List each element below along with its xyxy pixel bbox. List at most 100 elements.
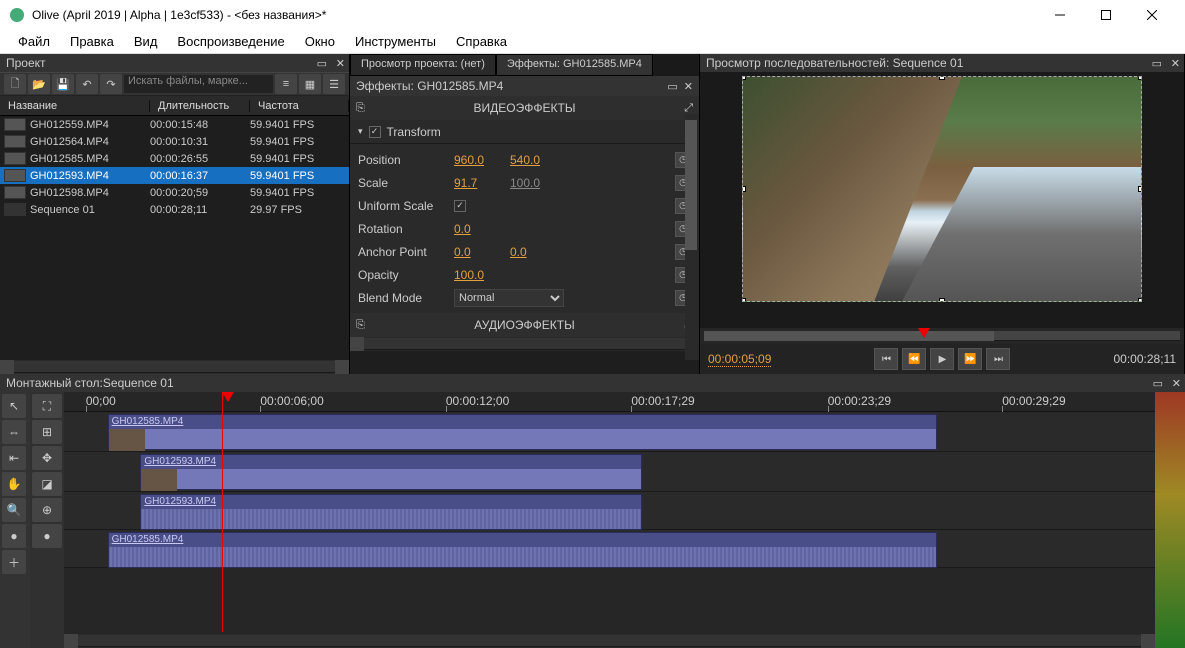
- add-tool[interactable]: ＋: [2, 550, 26, 574]
- tab-project-viewer[interactable]: Просмотр проекта: (нет): [350, 54, 496, 76]
- timeline-ruler[interactable]: 00;0000:00:06;0000:00:12;0000:00:17;2900…: [64, 392, 1155, 412]
- file-row[interactable]: GH012559.MP4 00:00:15:48 59.9401 FPS: [0, 116, 349, 133]
- timeline-hscroll[interactable]: [64, 634, 1155, 648]
- timeline-playhead[interactable]: [222, 392, 223, 632]
- position-y-value[interactable]: 540.0: [510, 153, 560, 167]
- panel-close-icon[interactable]: ✕: [684, 80, 693, 93]
- file-row[interactable]: Sequence 01 00:00:28;11 29.97 FPS: [0, 201, 349, 218]
- file-row[interactable]: GH012585.MP4 00:00:26:55 59.9401 FPS: [0, 150, 349, 167]
- menu-edit[interactable]: Правка: [60, 30, 124, 53]
- resize-handle-ml[interactable]: [742, 186, 746, 192]
- panel-maximize-icon[interactable]: ▭: [1152, 57, 1162, 70]
- snap-toggle[interactable]: ⊞: [32, 420, 62, 444]
- effect-enable-checkbox[interactable]: ✓: [369, 126, 381, 138]
- hand-tool[interactable]: ✋: [2, 472, 26, 496]
- resize-handle-tm[interactable]: [939, 76, 945, 80]
- viewer-timeline[interactable]: [700, 328, 1184, 344]
- blend-mode-select[interactable]: Normal: [454, 289, 564, 307]
- record-tool-2[interactable]: ●: [32, 524, 62, 548]
- column-framerate[interactable]: Частота: [250, 100, 349, 112]
- open-button[interactable]: 📂: [28, 74, 50, 94]
- edit-tool[interactable]: ⇔: [2, 420, 26, 444]
- panel-maximize-icon[interactable]: ▭: [1153, 377, 1163, 390]
- scroll-right-icon[interactable]: [335, 360, 349, 374]
- maximize-button[interactable]: [1083, 0, 1129, 30]
- menu-view[interactable]: Вид: [124, 30, 168, 53]
- scroll-track[interactable]: [78, 635, 1141, 647]
- resize-handle-bm[interactable]: [939, 298, 945, 302]
- transform-effect-row[interactable]: ▾ ✓ Transform: [350, 120, 699, 144]
- save-button[interactable]: 💾: [52, 74, 74, 94]
- ripple-tool[interactable]: ⇤: [2, 446, 26, 470]
- audio-track-2[interactable]: GH012585.MP4: [64, 530, 1155, 568]
- reset-effect-icon[interactable]: ⤢: [684, 102, 693, 115]
- viewer-canvas[interactable]: [700, 72, 1184, 328]
- scroll-left-icon[interactable]: [64, 634, 78, 648]
- menu-tools[interactable]: Инструменты: [345, 30, 446, 53]
- file-row[interactable]: GH012598.MP4 00:00:20;59 59.9401 FPS: [0, 184, 349, 201]
- timeline-tracks[interactable]: GH012585.MP4 GH012593.MP4 GH012593.MP4 G…: [64, 412, 1155, 568]
- ruler-playhead-icon[interactable]: [222, 392, 234, 402]
- video-frame[interactable]: [742, 76, 1142, 302]
- menu-playback[interactable]: Воспроизведение: [167, 30, 294, 53]
- panel-close-icon[interactable]: ✕: [336, 57, 345, 70]
- current-timecode[interactable]: 00:00:05;09: [708, 352, 771, 367]
- project-file-list[interactable]: GH012559.MP4 00:00:15:48 59.9401 FPS GH0…: [0, 116, 349, 360]
- add-effect-icon[interactable]: ⎘: [356, 102, 365, 115]
- resize-handle-mr[interactable]: [1138, 186, 1142, 192]
- file-row[interactable]: GH012593.MP4 00:00:16:37 59.9401 FPS: [0, 167, 349, 184]
- resize-handle-tl[interactable]: [742, 76, 746, 80]
- timeline-clip[interactable]: GH012585.MP4: [108, 532, 937, 568]
- forward-button[interactable]: ⏩: [958, 348, 982, 370]
- menu-file[interactable]: Файл: [8, 30, 60, 53]
- panel-maximize-icon[interactable]: ▭: [317, 57, 327, 70]
- playhead-marker-icon[interactable]: [918, 328, 930, 338]
- file-row[interactable]: GH012564.MP4 00:00:10:31 59.9401 FPS: [0, 133, 349, 150]
- anchor-y-value[interactable]: 0.0: [510, 245, 560, 259]
- video-track-2[interactable]: GH012593.MP4: [64, 452, 1155, 492]
- project-hscroll[interactable]: [0, 360, 349, 374]
- view-list-button[interactable]: ☰: [323, 74, 345, 94]
- timeline-clip[interactable]: GH012593.MP4: [140, 454, 642, 490]
- scroll-right-icon[interactable]: [1141, 634, 1155, 648]
- view-grid-button[interactable]: ▦: [299, 74, 321, 94]
- effects-vscroll[interactable]: [685, 114, 699, 360]
- zoom-tool[interactable]: 🔍: [2, 498, 26, 522]
- play-button[interactable]: ▶: [930, 348, 954, 370]
- move-tool[interactable]: ✥: [32, 446, 62, 470]
- tab-effects[interactable]: Эффекты: GH012585.MP4: [496, 54, 653, 76]
- timeline-clip[interactable]: GH012593.MP4: [140, 494, 642, 530]
- scroll-track[interactable]: [14, 361, 335, 373]
- anchor-x-value[interactable]: 0.0: [454, 245, 504, 259]
- rewind-button[interactable]: ⏪: [902, 348, 926, 370]
- audio-track-1[interactable]: GH012593.MP4: [64, 492, 1155, 530]
- resize-handle-bl[interactable]: [742, 298, 746, 302]
- go-start-button[interactable]: ⏮: [874, 348, 898, 370]
- search-input[interactable]: Искать файлы, марке...: [124, 75, 273, 93]
- scroll-left-icon[interactable]: [0, 360, 14, 374]
- column-name[interactable]: Название: [0, 100, 150, 112]
- panel-close-icon[interactable]: ✕: [1172, 377, 1181, 390]
- opacity-value[interactable]: 100.0: [454, 268, 504, 282]
- effects-hscroll[interactable]: [350, 337, 699, 351]
- slip-tool[interactable]: ◪: [32, 472, 62, 496]
- timeline-clip[interactable]: GH012585.MP4: [108, 414, 937, 450]
- scroll-left-icon[interactable]: [350, 337, 364, 351]
- position-x-value[interactable]: 960.0: [454, 153, 504, 167]
- video-track-1[interactable]: GH012585.MP4: [64, 412, 1155, 452]
- resize-handle-br[interactable]: [1138, 298, 1142, 302]
- minimize-button[interactable]: [1037, 0, 1083, 30]
- add-effect-icon[interactable]: ⎘: [356, 319, 365, 332]
- chevron-down-icon[interactable]: ▾: [358, 126, 363, 137]
- timeline-body[interactable]: 00;0000:00:06;0000:00:12;0000:00:17;2900…: [64, 392, 1155, 648]
- scroll-track[interactable]: [364, 338, 685, 350]
- menu-window[interactable]: Окно: [295, 30, 345, 53]
- close-button[interactable]: [1129, 0, 1175, 30]
- view-tree-button[interactable]: ≡: [275, 74, 297, 94]
- record-tool[interactable]: ●: [2, 524, 26, 548]
- uniform-scale-checkbox[interactable]: ✓: [454, 200, 466, 212]
- pointer-tool[interactable]: ↖: [2, 394, 26, 418]
- go-end-button[interactable]: ⏭: [986, 348, 1010, 370]
- marquee-tool[interactable]: ⛶: [32, 394, 62, 418]
- new-button[interactable]: 🗋: [4, 74, 26, 94]
